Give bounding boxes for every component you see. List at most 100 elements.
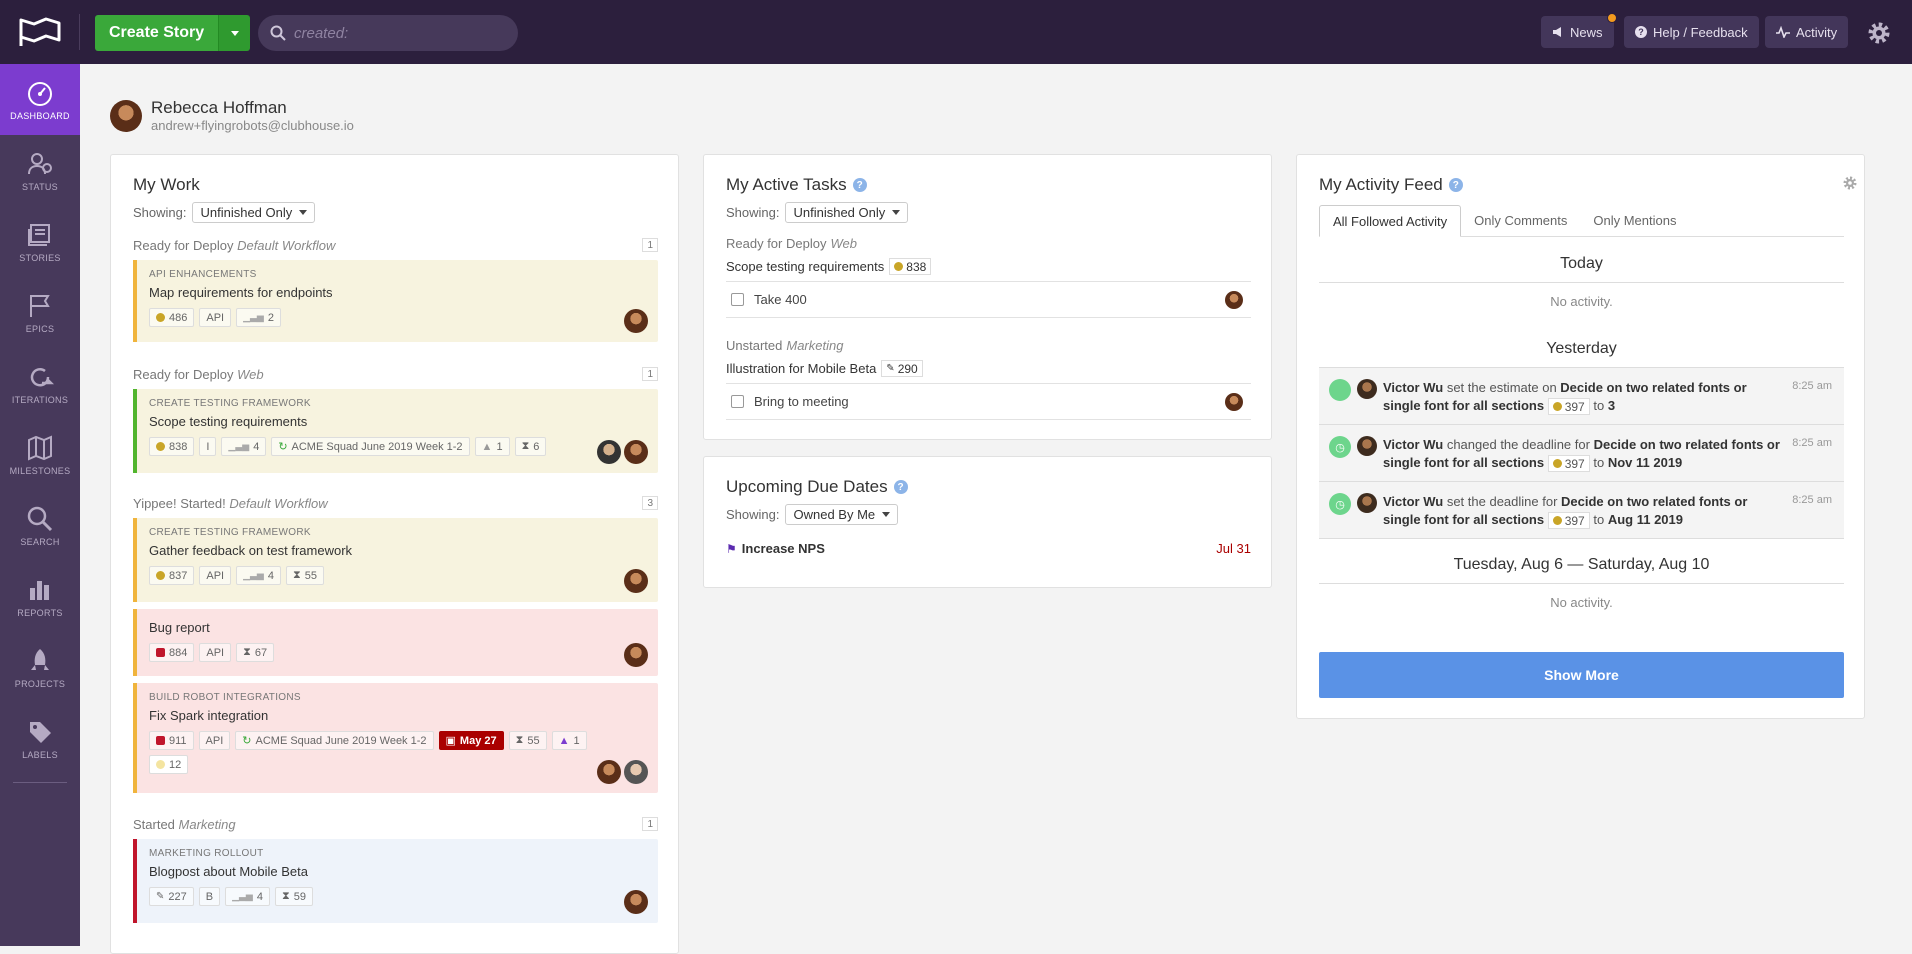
story-card[interactable]: BUILD ROBOT INTEGRATIONS Fix Spark integ…: [133, 683, 658, 793]
clock-icon: ◷: [1329, 436, 1351, 459]
megaphone-icon: [1553, 27, 1561, 37]
sidebar-item-label: EPICS: [25, 323, 55, 334]
sidebar-item-status[interactable]: STATUS: [0, 135, 80, 206]
due-dates-title-text: Upcoming Due Dates: [726, 477, 888, 496]
story-card[interactable]: API ENHANCEMENTS Map requirements for en…: [133, 260, 658, 342]
news-label: News: [1570, 24, 1603, 40]
story-title: Bug report: [149, 620, 210, 635]
group-header: Started Marketing 1: [133, 817, 658, 832]
chevron-down-icon: [230, 30, 239, 36]
story-id-tag: 397: [1547, 455, 1590, 473]
chevron-down-icon: [882, 512, 891, 517]
activity-to: to: [1593, 398, 1605, 413]
sidebar-item-stories[interactable]: STORIES: [0, 206, 80, 277]
group-header: Ready for Deploy Web 1: [133, 367, 658, 382]
sidebar-item-label: MILESTONES: [9, 465, 71, 476]
story-card[interactable]: CREATE TESTING FRAMEWORK Scope testing r…: [133, 389, 658, 473]
tab-all-followed-activity[interactable]: All Followed Activity: [1319, 205, 1462, 237]
active-tasks-title-text: My Active Tasks: [726, 175, 847, 194]
news-notification-dot: [1606, 13, 1617, 23]
story-tags: ✎ 227 B ▁▃▅ 4 ⧗ 59: [149, 887, 646, 906]
create-story-dropdown-button[interactable]: [218, 15, 251, 51]
story-id: 227: [168, 890, 187, 903]
task-checkbox[interactable]: [731, 293, 744, 306]
task-story[interactable]: Illustration for Mobile Beta ✎ 290: [726, 360, 1251, 377]
story-epic: BUILD ROBOT INTEGRATIONS: [149, 692, 301, 703]
task-checkbox[interactable]: [731, 395, 744, 408]
tasks-count: 59: [293, 890, 306, 903]
sidebar-item-reports[interactable]: REPORTS: [0, 561, 80, 632]
due-dates-filter-select[interactable]: Owned By Me: [785, 504, 899, 525]
sidebar-item-search[interactable]: SEARCH: [0, 490, 80, 561]
reports-icon: [30, 580, 49, 600]
story-card[interactable]: Bug report 884 API ⧗ 67: [133, 609, 658, 676]
tasks-count: 55: [304, 569, 317, 582]
story-epic: API ENHANCEMENTS: [149, 269, 257, 280]
iteration-icon: ↻: [242, 735, 252, 747]
tab-only-comments[interactable]: Only Comments: [1461, 205, 1580, 236]
task-story[interactable]: Scope testing requirements 838: [726, 258, 1251, 275]
activity-label: Activity: [1796, 24, 1838, 40]
story-id-tag: 911: [149, 731, 194, 750]
due-date-tag: ▣ May 27: [438, 731, 504, 750]
my-work-filter-select[interactable]: Unfinished Only: [192, 202, 316, 223]
story-card[interactable]: MARKETING ROLLOUT Blogpost about Mobile …: [133, 839, 658, 923]
avatar[interactable]: [110, 99, 142, 132]
story-id-tag: ✎ 290: [881, 360, 923, 377]
activity-button[interactable]: Activity: [1765, 16, 1849, 48]
sidebar-item-milestones[interactable]: MILESTONES: [0, 419, 80, 490]
tab-only-mentions[interactable]: Only Mentions: [1580, 205, 1689, 236]
news-button[interactable]: News: [1541, 13, 1617, 48]
settings-gear-icon[interactable]: [1866, 20, 1892, 46]
story-tags: 486 API ▁▃▅ 2: [149, 308, 646, 327]
tasks-tag: ⧗ 67: [236, 643, 275, 662]
help-icon[interactable]: ?: [1448, 178, 1463, 192]
estimate-value: 2: [267, 311, 274, 324]
list-item[interactable]: ⚑ Increase NPS Jul 31: [726, 541, 1251, 556]
create-story-button[interactable]: Create Story: [95, 15, 219, 51]
due-item-name: Increase NPS: [741, 541, 825, 556]
activity-entry[interactable]: ◷ Victor Wu set the deadline for Decide …: [1319, 481, 1844, 540]
due-dates-panel: Upcoming Due Dates? Showing: Owned By Me…: [703, 456, 1272, 588]
story-tags: 837 API ▁▃▅ 4 ⧗ 55: [149, 566, 646, 585]
avatar: [597, 440, 621, 464]
help-feedback-button[interactable]: ? Help / Feedback: [1624, 16, 1759, 48]
top-bar: Create Story News ? Help / Feedback Acti…: [0, 0, 1912, 64]
story-tags: 838 I ▁▃▅ 4 ↻ ACME Squad June 2019 Week 1-…: [149, 437, 646, 456]
activity-feed-title-text: My Activity Feed: [1319, 175, 1443, 194]
feed-settings-gear-icon[interactable]: [1842, 175, 1858, 191]
project-tag: API: [199, 308, 232, 327]
active-tasks-filter-select[interactable]: Unfinished Only: [785, 202, 909, 223]
avatar: [1357, 436, 1377, 457]
sidebar-item-labels[interactable]: LABELS: [0, 703, 80, 774]
sidebar-item-label: PROJECTS: [14, 678, 66, 689]
show-more-button[interactable]: Show More: [1319, 652, 1844, 698]
flag-icon: ⚑: [726, 541, 737, 556]
story-id: 884: [169, 646, 188, 659]
clubhouse-logo-icon[interactable]: [18, 16, 62, 48]
warning-tag: ▲ 1: [551, 731, 587, 750]
label-tag: B: [198, 887, 221, 906]
activity-entry[interactable]: ◷ Victor Wu changed the deadline for Dec…: [1319, 424, 1844, 482]
group-workflow: Default Workflow: [229, 496, 328, 511]
sidebar-item-dashboard[interactable]: DASHBOARD: [0, 64, 80, 135]
group-workflow: Web: [237, 367, 264, 382]
story-epic: CREATE TESTING FRAMEWORK: [149, 398, 311, 409]
bug-icon: [156, 736, 165, 745]
story-card[interactable]: CREATE TESTING FRAMEWORK Gather feedback…: [133, 518, 658, 602]
task-row: Bring to meeting: [726, 383, 1251, 420]
no-activity-text: No activity.: [1550, 595, 1613, 611]
my-work-filter: Showing: Unfinished Only: [133, 202, 316, 223]
sidebar-item-iterations[interactable]: ITERATIONS: [0, 348, 80, 419]
story-title: Gather feedback on test framework: [149, 543, 353, 558]
sidebar-item-projects[interactable]: PROJECTS: [0, 632, 80, 703]
due-dates-filter: Showing: Owned By Me: [726, 504, 1251, 525]
clock-icon: ◷: [1329, 493, 1351, 516]
activity-entry[interactable]: Victor Wu set the estimate on Decide on …: [1319, 367, 1844, 425]
sidebar-item-epics[interactable]: EPICS: [0, 277, 80, 348]
task-row: Take 400: [726, 281, 1251, 318]
help-icon[interactable]: ?: [852, 178, 867, 192]
search-input[interactable]: [294, 24, 494, 42]
story-id: 911: [169, 734, 187, 747]
help-icon[interactable]: ?: [893, 480, 908, 494]
